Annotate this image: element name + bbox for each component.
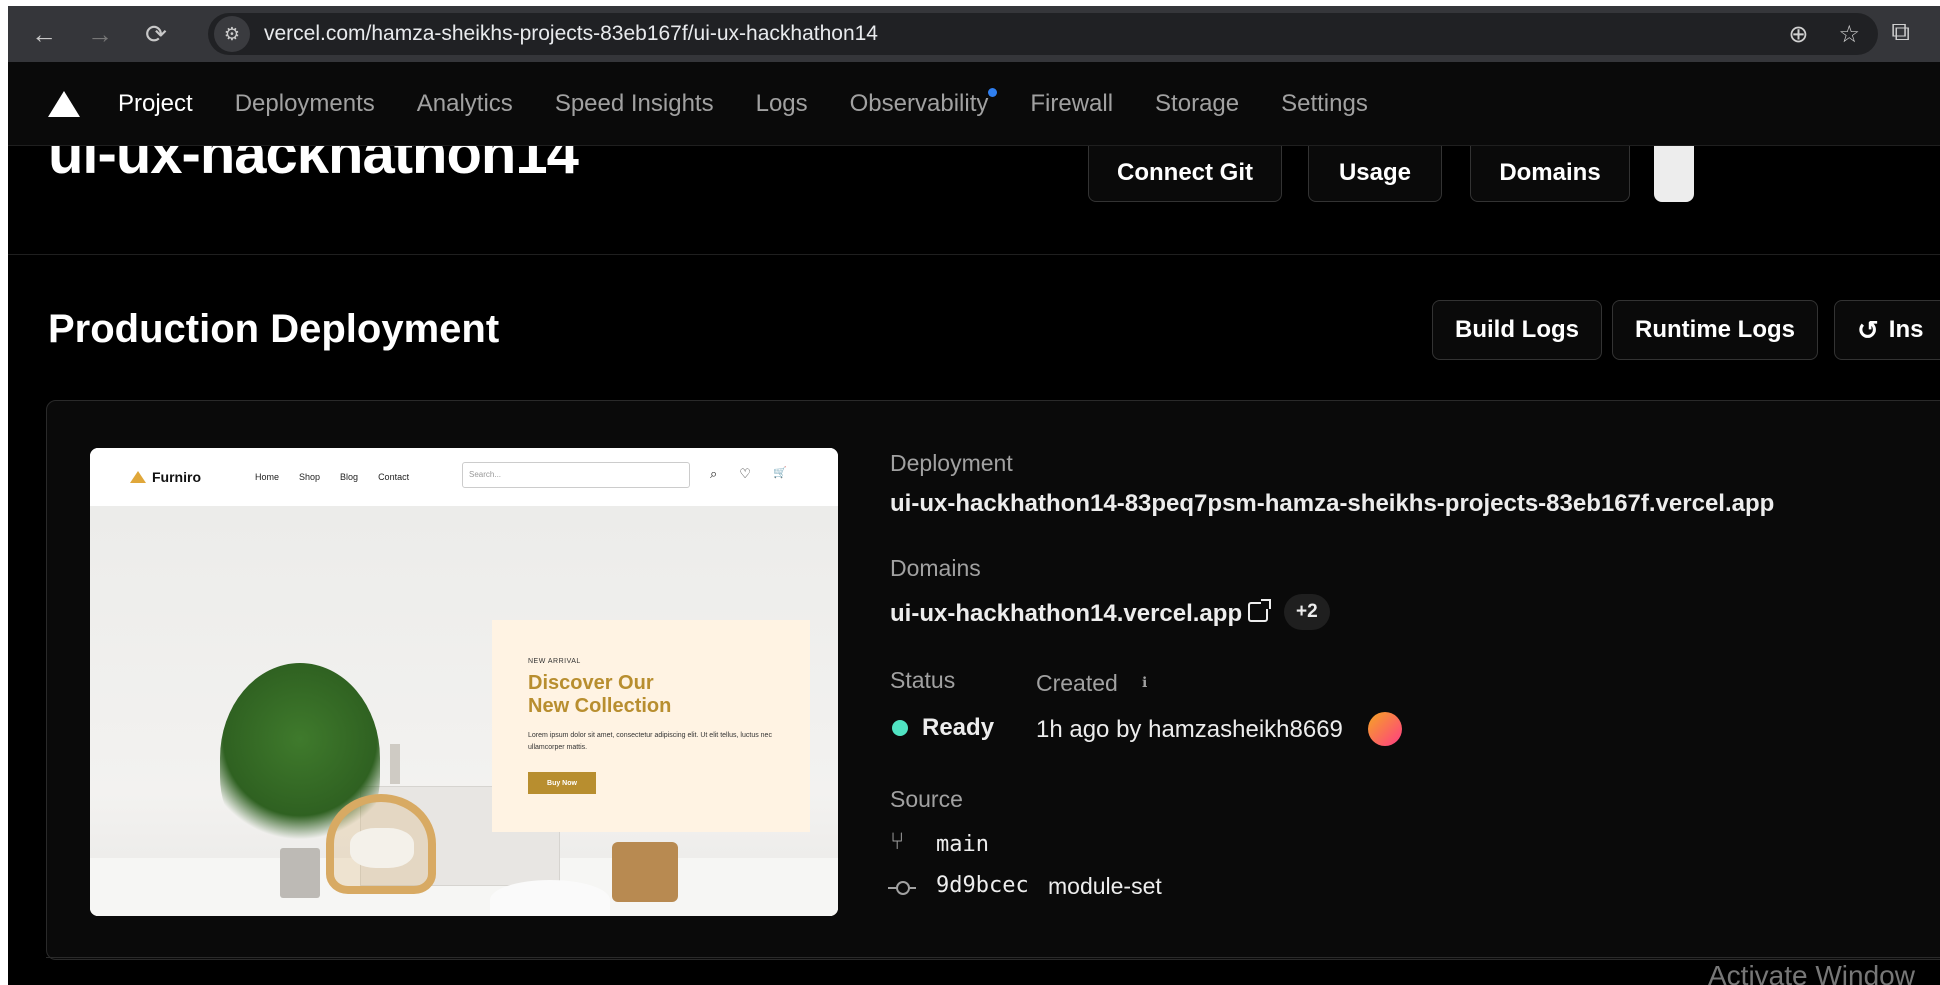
domains-label: Domains — [890, 555, 981, 581]
preview-headline-line-1: Discover Our — [528, 672, 654, 694]
build-logs-button[interactable]: Build Logs — [1432, 300, 1602, 360]
tab-project[interactable]: Project — [118, 90, 193, 118]
created-label: Created — [1036, 670, 1118, 696]
preview-search-icon: ⌕ — [710, 466, 718, 481]
status-label: Status — [890, 667, 956, 693]
url-text[interactable]: vercel.com/hamza-sheikhs-projects-83eb16… — [264, 22, 878, 46]
tab-storage[interactable]: Storage — [1155, 90, 1239, 118]
preview-nav-shop: Shop — [299, 472, 321, 482]
tab-speed-insights[interactable]: Speed Insights — [555, 90, 714, 118]
preview-nav-blog: Blog — [340, 472, 359, 482]
nav-tabs: Project Deployments Analytics Speed Insi… — [118, 87, 1368, 118]
rollback-icon: ↺ — [1857, 314, 1879, 345]
info-icon[interactable]: ℹ — [1142, 674, 1147, 691]
instant-rollback-button[interactable]: ↺ Ins — [1834, 300, 1940, 360]
status-ready-dot — [892, 720, 908, 736]
card-divider — [46, 957, 1940, 958]
tab-observability[interactable]: Observability — [849, 87, 998, 118]
preview-lamp — [390, 744, 400, 784]
tab-settings[interactable]: Settings — [1281, 90, 1368, 118]
commit-message: module-set — [1048, 873, 1162, 899]
preview-headline: Discover Our New Collection — [528, 672, 671, 718]
preview-eyebrow: NEW ARRIVAL — [528, 658, 581, 665]
external-link-icon[interactable] — [1248, 599, 1271, 622]
domain-link[interactable]: ui-ux-hackhathon14.vercel.app — [890, 600, 1242, 628]
avatar[interactable] — [1368, 712, 1402, 746]
vercel-logo-icon[interactable] — [48, 90, 80, 117]
preview-hero-banner: NEW ARRIVAL Discover Our New Collection … — [492, 620, 810, 832]
address-bar[interactable]: ⚙ vercel.com/hamza-sheikhs-projects-83eb… — [208, 13, 1878, 55]
preview-basket — [612, 842, 678, 902]
forward-icon[interactable]: → — [80, 14, 120, 54]
bookmark-star-icon[interactable]: ☆ — [1838, 20, 1860, 49]
tab-analytics[interactable]: Analytics — [417, 90, 513, 118]
zoom-icon[interactable]: ⊕ — [1788, 20, 1808, 49]
preview-cushion — [350, 828, 414, 868]
new-indicator-dot — [988, 87, 998, 97]
branch-name[interactable]: main — [936, 832, 989, 857]
reload-icon[interactable]: ⟳ — [136, 14, 176, 54]
preview-nav-home: Home — [255, 472, 280, 482]
tab-logs[interactable]: Logs — [756, 90, 808, 118]
preview-brand: Furniro — [130, 469, 201, 485]
deployment-url[interactable]: ui-ux-hackhathon14-83peq7psm-hamza-sheik… — [890, 490, 1774, 518]
runtime-logs-button[interactable]: Runtime Logs — [1612, 300, 1818, 360]
preview-buy-button: Buy Now — [528, 772, 596, 794]
preview-pouf — [490, 880, 610, 916]
preview-site-header: Furniro Home Shop Blog Contact Search...… — [90, 448, 838, 506]
source-label: Source — [890, 786, 963, 812]
instant-rollback-label: Ins — [1888, 316, 1924, 343]
status-value: Ready — [922, 714, 995, 741]
site-info-icon[interactable]: ⚙ — [214, 16, 250, 52]
preview-cart-icon: 🛒 — [772, 467, 787, 479]
preview-pot — [280, 848, 320, 898]
header-divider — [8, 254, 1940, 255]
git-commit-icon — [888, 881, 916, 895]
vercel-app: Project Deployments Analytics Speed Insi… — [8, 62, 1940, 985]
preview-nav: Home Shop Blog Contact — [255, 472, 409, 482]
back-icon[interactable]: ← — [24, 14, 64, 54]
commit-hash[interactable]: 9d9bcec — [936, 873, 1029, 898]
preview-logo-icon — [130, 471, 146, 483]
tab-deployments[interactable]: Deployments — [235, 90, 375, 118]
tab-observability-label: Observability — [849, 89, 989, 117]
extensions-icon[interactable]: ⧉ — [1891, 16, 1910, 48]
preview-icons: ⌕ ♡ 🛒 — [710, 466, 787, 482]
preview-body: Lorem ipsum dolor sit amet, consectetur … — [528, 732, 772, 751]
preview-search: Search... — [462, 462, 690, 488]
preview-nav-contact: Contact — [378, 472, 410, 482]
preview-headline-line-2: New Collection — [528, 695, 672, 717]
created-value: 1h ago by hamzasheikh8669 — [1036, 716, 1343, 743]
preview-heart-icon: ♡ — [739, 466, 751, 481]
git-branch-icon: ⑂ — [890, 828, 905, 855]
deployment-label: Deployment — [890, 450, 1013, 476]
preview-brand-name: Furniro — [152, 469, 201, 485]
tab-firewall[interactable]: Firewall — [1030, 90, 1113, 118]
project-nav: Project Deployments Analytics Speed Insi… — [8, 62, 1940, 146]
activate-windows-watermark: Activate Window — [1708, 960, 1915, 985]
more-domains-badge[interactable]: +2 — [1284, 594, 1330, 630]
deployment-preview[interactable]: Furniro Home Shop Blog Contact Search...… — [90, 448, 838, 916]
browser-toolbar: ← → ⟳ ⚙ vercel.com/hamza-sheikhs-project… — [8, 6, 1940, 62]
production-deployment-title: Production Deployment — [48, 307, 500, 351]
